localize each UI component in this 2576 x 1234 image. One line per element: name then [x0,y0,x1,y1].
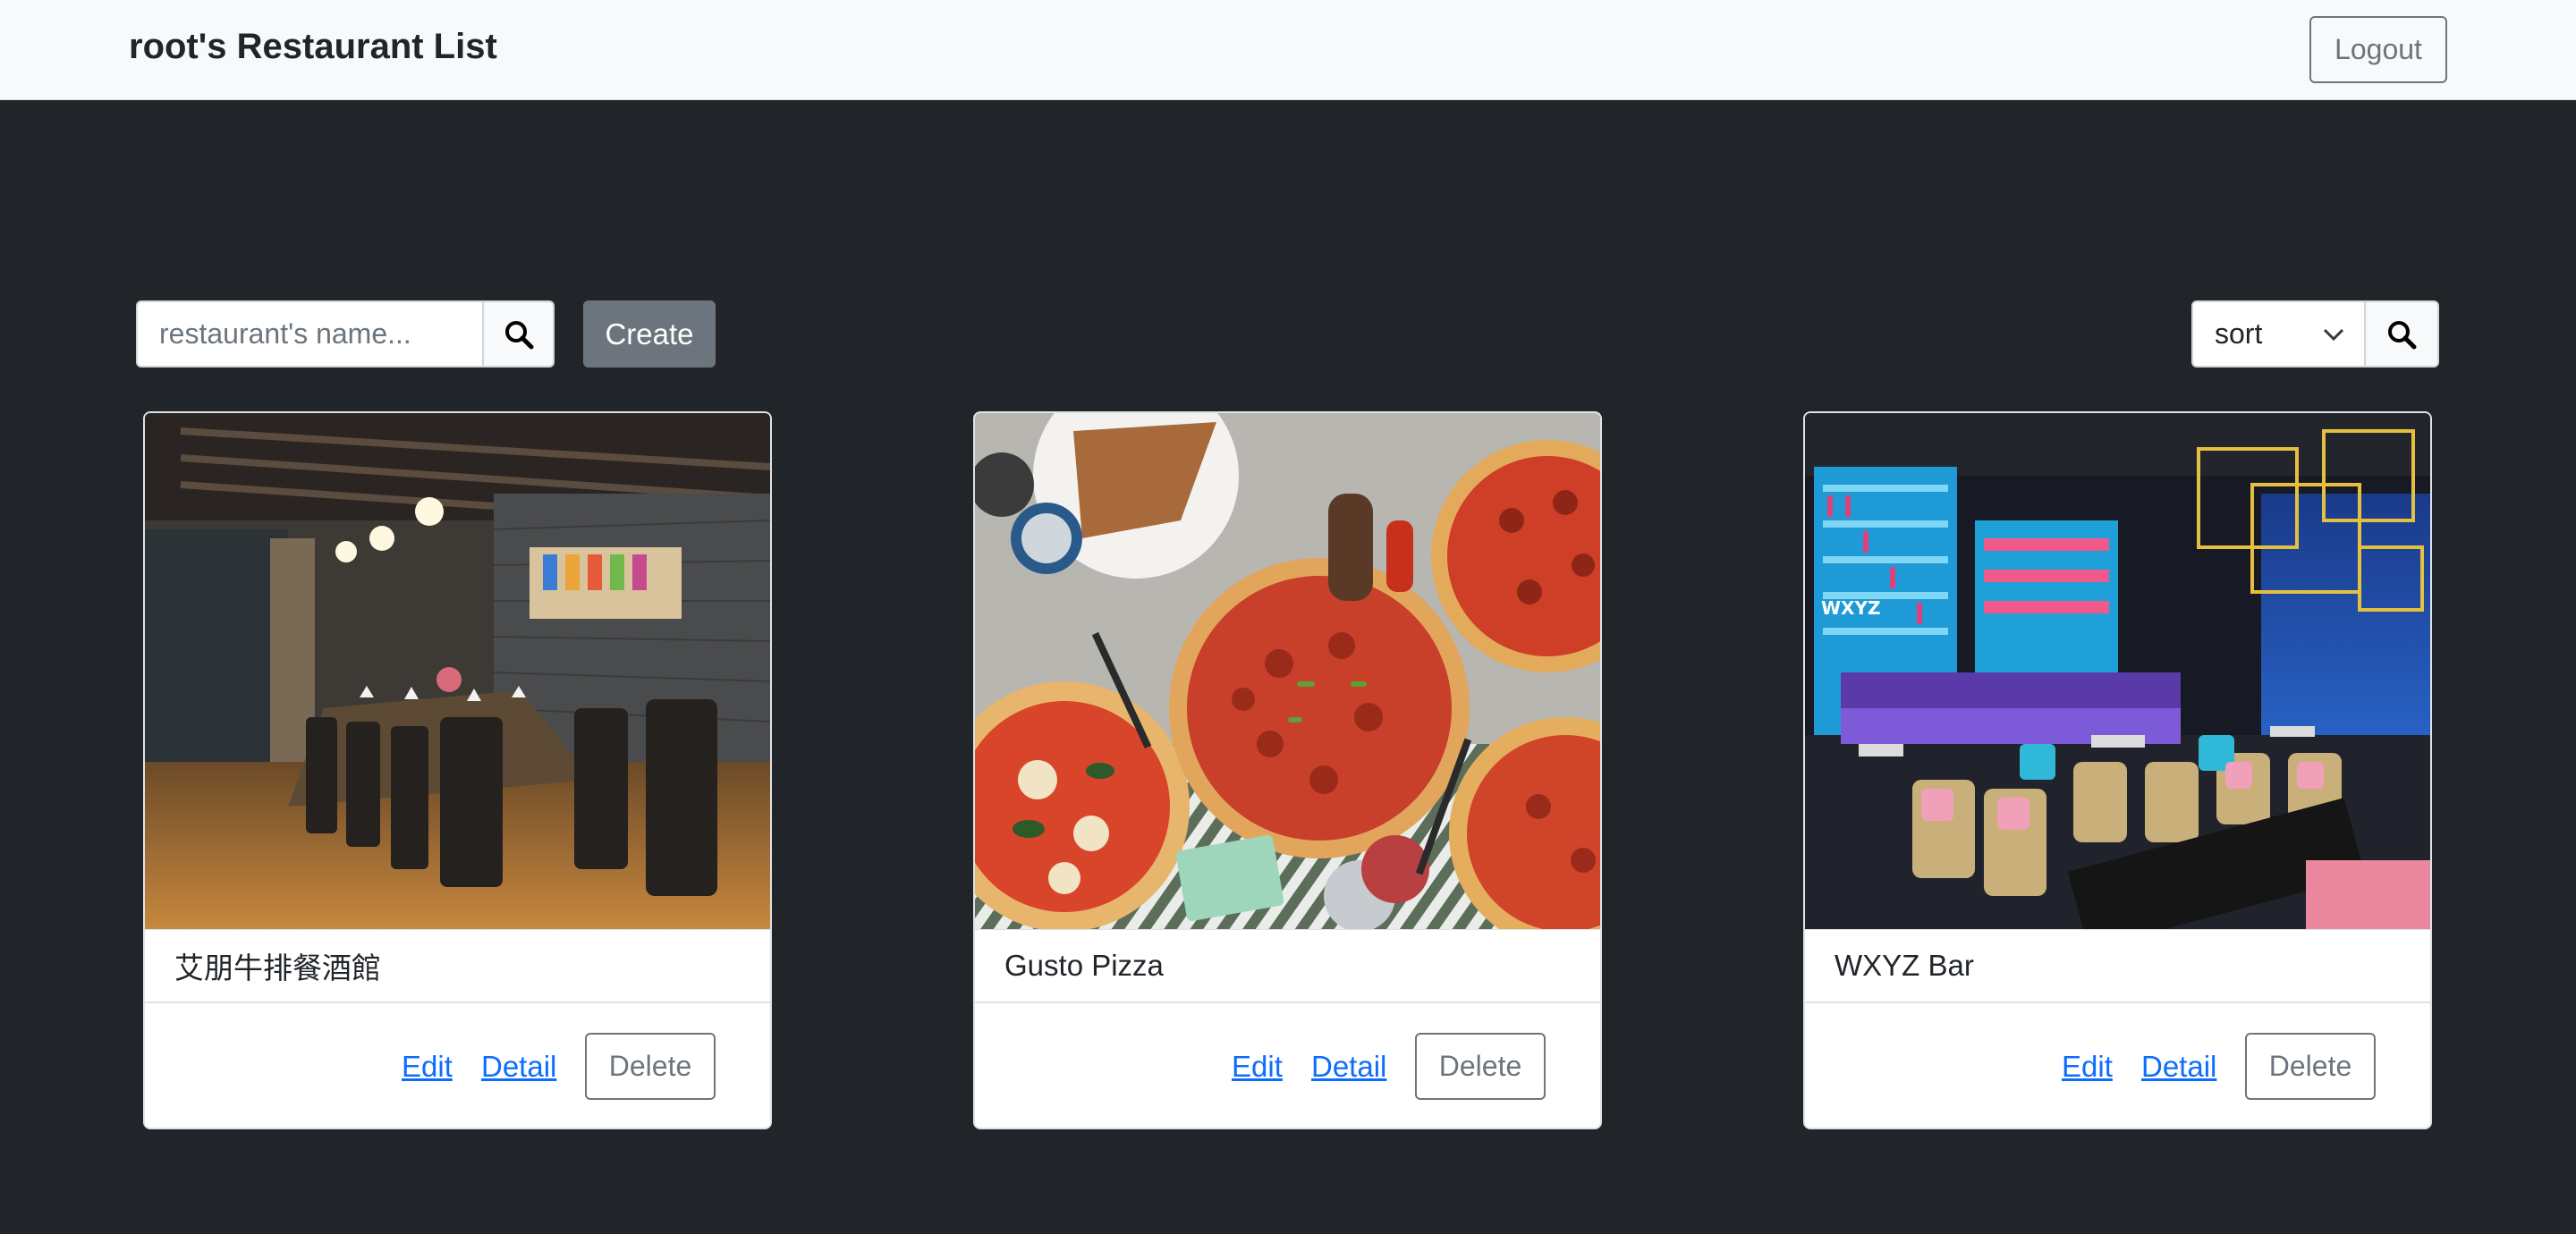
search-icon [2388,320,2417,349]
search-input[interactable]: restaurant's name... [136,300,482,368]
restaurant-image[interactable]: WXYZ [1805,413,2430,930]
delete-button[interactable]: Delete [1415,1033,1546,1100]
restaurant-card: Gusto Pizza Edit Detail Delete [973,411,1602,1129]
search-group: restaurant's name... [136,300,555,368]
logout-button[interactable]: Logout [2309,16,2447,83]
delete-button[interactable]: Delete [585,1033,716,1100]
page-title: root's Restaurant List [129,27,497,66]
restaurant-name: 艾朋牛排餐酒館 [145,930,770,1003]
search-button[interactable] [482,300,555,368]
edit-link[interactable]: Edit [2062,1050,2113,1084]
sort-search-button[interactable] [2364,300,2439,368]
card-actions: Edit Detail Delete [145,1003,770,1128]
restaurant-image[interactable] [975,413,1600,930]
restaurant-card: WXYZ WXYZ Bar Edit Detail Delete [1803,411,2432,1129]
restaurant-name: Gusto Pizza [975,930,1600,1003]
sort-select-value: sort [2215,317,2263,350]
restaurant-card: 艾朋牛排餐酒館 Edit Detail Delete [143,411,772,1129]
search-icon [504,320,533,349]
detail-link[interactable]: Detail [481,1050,556,1084]
edit-link[interactable]: Edit [1232,1050,1283,1084]
sort-select[interactable]: sort [2191,300,2364,368]
detail-link[interactable]: Detail [1311,1050,1386,1084]
restaurant-name: WXYZ Bar [1805,930,2430,1003]
card-actions: Edit Detail Delete [1805,1003,2430,1128]
delete-button[interactable]: Delete [2245,1033,2376,1100]
navbar: root's Restaurant List Logout [0,0,2576,100]
detail-link[interactable]: Detail [2141,1050,2216,1084]
card-actions: Edit Detail Delete [975,1003,1600,1128]
svg-text:WXYZ: WXYZ [1821,597,1880,619]
restaurant-image[interactable] [145,413,770,930]
create-button[interactable]: Create [583,300,716,368]
chevron-down-icon [2323,328,2344,341]
sort-group: sort [2191,300,2439,368]
edit-link[interactable]: Edit [402,1050,453,1084]
